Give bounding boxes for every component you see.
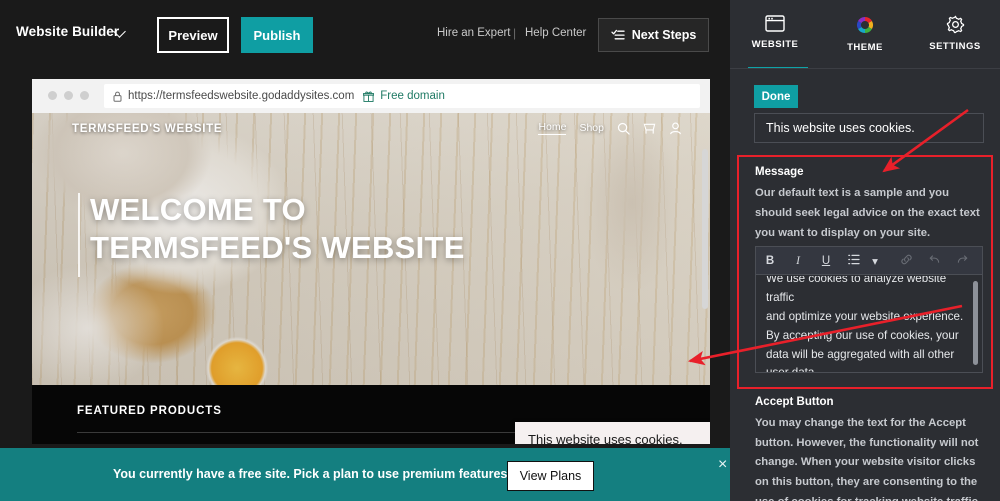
toolbar-separator: | xyxy=(513,26,517,40)
next-steps-label: Next Steps xyxy=(631,28,697,42)
site-nav-right: Home Shop xyxy=(538,121,682,135)
preview-scrollbar-thumb[interactable] xyxy=(702,149,708,309)
cookie-title-input-value: This website uses cookies. xyxy=(766,121,915,135)
publish-button[interactable]: Publish xyxy=(241,17,313,53)
view-plans-label: View Plans xyxy=(519,469,582,483)
nav-item-shop[interactable]: Shop xyxy=(579,122,604,134)
help-center-link[interactable]: Help Center xyxy=(525,27,586,39)
cookie-popup-heading: This website uses cookies. xyxy=(528,432,683,444)
lock-icon xyxy=(113,91,122,102)
preview-button-label: Preview xyxy=(168,27,218,43)
list-button[interactable] xyxy=(840,254,868,268)
list-dropdown-button[interactable]: ▾ xyxy=(868,254,882,268)
editor-line-4: data will be aggregated with all other xyxy=(766,347,955,361)
free-site-promo-banner: You currently have a free site. Pick a p… xyxy=(0,448,730,501)
browser-window-icon xyxy=(765,15,785,32)
account-icon[interactable] xyxy=(669,122,682,135)
link-icon xyxy=(900,254,912,264)
editor-line-3: By accepting our use of cookies, your xyxy=(766,328,959,342)
traffic-light-red-icon xyxy=(48,91,57,100)
sidebar-tabs: WEBSITE THEME SETTINGS xyxy=(730,0,1000,69)
tab-theme[interactable]: THEME xyxy=(820,0,910,66)
hero-accent-bar xyxy=(78,193,80,277)
url-text: https://termsfeedswebsite.godaddysites.c… xyxy=(128,90,355,102)
nav-item-home[interactable]: Home xyxy=(538,121,567,135)
cookie-title-input[interactable]: This website uses cookies. xyxy=(754,113,984,143)
builder-area: Website Builder Preview Publish Hire an … xyxy=(0,0,730,501)
browser-preview-frame: https://termsfeedswebsite.godaddysites.c… xyxy=(32,79,710,444)
view-plans-button[interactable]: View Plans xyxy=(507,461,594,491)
url-bar[interactable]: https://termsfeedswebsite.godaddysites.c… xyxy=(104,84,700,108)
color-wheel-icon xyxy=(856,17,874,33)
app-root: Website Builder Preview Publish Hire an … xyxy=(0,0,1000,501)
editor-line-5: user data. xyxy=(766,364,972,372)
preview-button[interactable]: Preview xyxy=(157,17,229,53)
editor-text-area[interactable]: We use cookies to analyze website traffi… xyxy=(756,276,982,372)
hire-an-expert-link[interactable]: Hire an Expert xyxy=(437,27,511,39)
italic-button[interactable]: I xyxy=(784,255,812,267)
tab-theme-label: THEME xyxy=(847,42,883,53)
undo-icon xyxy=(929,254,939,263)
editor-toolbar: B I U ▾ xyxy=(756,247,982,275)
tab-settings-label: SETTINGS xyxy=(929,41,981,52)
free-domain-label[interactable]: Free domain xyxy=(380,90,445,102)
tab-website[interactable]: WEBSITE xyxy=(730,0,820,69)
publish-button-label: Publish xyxy=(253,27,301,43)
sidebar-tabs-divider xyxy=(730,68,1000,69)
next-steps-button[interactable]: Next Steps xyxy=(598,18,709,52)
promo-text: You currently have a free site. Pick a p… xyxy=(113,467,511,481)
message-rich-text-editor[interactable]: B I U ▾ We use cookies to analyze websit… xyxy=(755,246,983,373)
editor-line-2: and optimize your website experience. xyxy=(766,309,964,323)
gear-icon xyxy=(946,15,964,34)
bold-button[interactable]: B xyxy=(756,255,784,267)
underline-button[interactable]: U xyxy=(812,255,840,267)
redo-icon xyxy=(957,254,967,263)
undo-button[interactable] xyxy=(920,254,948,268)
traffic-light-green-icon xyxy=(80,91,89,100)
bulleted-list-icon xyxy=(848,254,860,264)
close-icon[interactable]: × xyxy=(718,456,727,474)
redo-button[interactable] xyxy=(948,254,976,268)
top-toolbar: Website Builder Preview Publish Hire an … xyxy=(0,0,730,70)
cookie-consent-popup: This website uses cookies. We use cookie… xyxy=(515,422,710,444)
tab-website-label: WEBSITE xyxy=(751,39,799,50)
website-preview: TERMSFEED'S WEBSITE Home Shop WELCOME TO… xyxy=(32,113,710,444)
done-button-label: Done xyxy=(761,90,791,103)
brand-label[interactable]: Website Builder xyxy=(16,24,119,39)
editor-line-1: We use cookies to analyze website traffi… xyxy=(766,276,947,304)
accept-button-section-label: Accept Button xyxy=(755,396,834,408)
site-logo[interactable]: TERMSFEED'S WEBSITE xyxy=(72,123,222,135)
hero-section: TERMSFEED'S WEBSITE Home Shop WELCOME TO… xyxy=(32,113,710,385)
hero-heading: WELCOME TO TERMSFEED'S WEBSITE xyxy=(90,192,465,265)
done-button[interactable]: Done xyxy=(754,85,798,108)
traffic-light-yellow-icon xyxy=(64,91,73,100)
message-section-description: Our default text is a sample and you sho… xyxy=(755,187,980,239)
browser-chrome: https://termsfeedswebsite.godaddysites.c… xyxy=(32,79,710,113)
cart-icon[interactable] xyxy=(643,122,656,135)
featured-products-heading: FEATURED PRODUCTS xyxy=(77,405,222,417)
site-navbar: TERMSFEED'S WEBSITE Home Shop xyxy=(32,113,710,147)
search-icon[interactable] xyxy=(617,122,630,135)
accept-button-section-description: You may change the text for the Accept b… xyxy=(755,417,981,501)
editor-scrollbar-thumb[interactable] xyxy=(973,281,978,365)
gift-icon xyxy=(363,91,375,102)
link-button[interactable] xyxy=(892,254,920,268)
checklist-icon xyxy=(611,29,625,40)
tab-settings[interactable]: SETTINGS xyxy=(910,0,1000,66)
message-section-label: Message xyxy=(755,166,804,178)
